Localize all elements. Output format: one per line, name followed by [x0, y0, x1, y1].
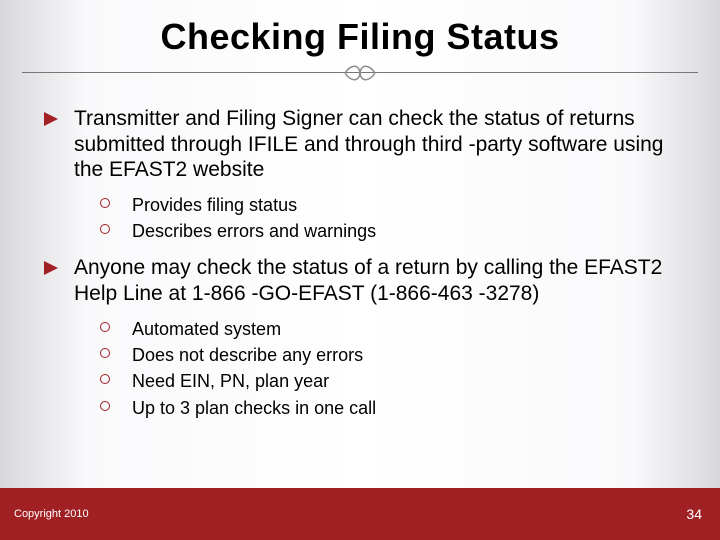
- circle-icon: [100, 322, 110, 332]
- sub-item: Provides filing status: [100, 193, 680, 217]
- bullet-1-text: Transmitter and Filing Signer can check …: [74, 106, 680, 183]
- bullet-1-sublist: Provides filing status Describes errors …: [100, 193, 680, 244]
- sub-item: Need EIN, PN, plan year: [100, 369, 680, 393]
- circle-icon: [100, 198, 110, 208]
- arrow-icon: [42, 110, 60, 128]
- content-area: Transmitter and Filing Signer can check …: [0, 106, 720, 420]
- circle-icon: [100, 348, 110, 358]
- sub-item: Automated system: [100, 317, 680, 341]
- sub-item-text: Need EIN, PN, plan year: [132, 371, 329, 391]
- circle-icon: [100, 374, 110, 384]
- circle-icon: [100, 224, 110, 234]
- footer: Copyright 2010 34: [0, 488, 720, 540]
- flourish-icon: [341, 62, 379, 84]
- copyright-text: Copyright 2010: [14, 508, 89, 520]
- bullet-2-sublist: Automated system Does not describe any e…: [100, 317, 680, 420]
- arrow-icon: [42, 259, 60, 277]
- bullet-2: Anyone may check the status of a return …: [74, 255, 680, 419]
- sub-item: Does not describe any errors: [100, 343, 680, 367]
- page-number: 34: [686, 506, 702, 522]
- slide-title: Checking Filing Status: [0, 0, 720, 58]
- sub-item-text: Provides filing status: [132, 195, 297, 215]
- sub-item: Describes errors and warnings: [100, 219, 680, 243]
- sub-item-text: Does not describe any errors: [132, 345, 363, 365]
- sub-item-text: Automated system: [132, 319, 281, 339]
- circle-icon: [100, 401, 110, 411]
- slide: Checking Filing Status Transmitter and F…: [0, 0, 720, 540]
- divider: [0, 72, 720, 94]
- bullet-2-text: Anyone may check the status of a return …: [74, 255, 680, 306]
- sub-item-text: Describes errors and warnings: [132, 221, 376, 241]
- sub-item-text: Up to 3 plan checks in one call: [132, 398, 376, 418]
- bullet-1: Transmitter and Filing Signer can check …: [74, 106, 680, 243]
- sub-item: Up to 3 plan checks in one call: [100, 396, 680, 420]
